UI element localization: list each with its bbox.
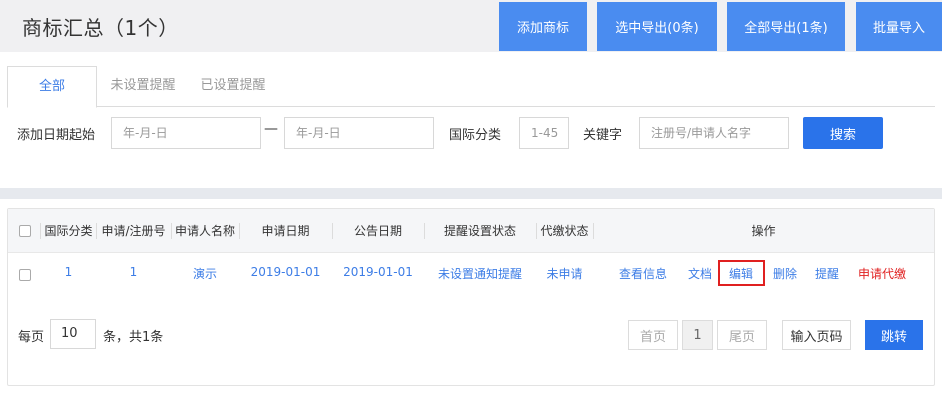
first-page-button[interactable]: 首页: [628, 320, 678, 350]
top-bar: 商标汇总（1个） 添加商标 选中导出(0条) 全部导出(1条) 批量导入: [0, 0, 942, 52]
cell-announce-date[interactable]: 2019-01-01: [332, 265, 424, 279]
remind-link[interactable]: 提醒: [815, 265, 839, 282]
tab-all[interactable]: 全部: [7, 66, 97, 108]
cell-reminder-status[interactable]: 未设置通知提醒: [424, 265, 536, 282]
header-actions: 操作: [751, 224, 776, 238]
trademark-table-panel: 国际分类 申请/注册号 申请人名称 申请日期 公告日期 提醒设置状态 代缴状态 …: [7, 208, 935, 386]
date-filter-label: 添加日期起始: [17, 128, 96, 143]
keyword-filter-label: 关键字: [583, 128, 623, 143]
keyword-input[interactable]: 注册号/申请人名字: [639, 117, 789, 149]
search-button[interactable]: 搜索: [803, 117, 883, 149]
header-intl-class: 国际分类: [44, 224, 93, 238]
section-divider: [0, 188, 942, 199]
last-page-button[interactable]: 尾页: [717, 320, 767, 350]
current-page-button[interactable]: 1: [682, 320, 713, 350]
cell-reg-no[interactable]: 1: [96, 265, 171, 279]
per-page-input[interactable]: 10: [50, 319, 96, 349]
batch-import-button[interactable]: 批量导入: [856, 2, 942, 51]
header-announce-date: 公告日期: [353, 224, 402, 238]
delete-link[interactable]: 删除: [773, 265, 797, 282]
tab-not-set[interactable]: 未设置提醒: [105, 66, 181, 107]
header-payment-status: 代缴状态: [540, 224, 589, 238]
cell-intl-class[interactable]: 1: [41, 265, 96, 279]
class-input[interactable]: 1-45: [519, 117, 569, 149]
header-reminder-status: 提醒设置状态: [443, 224, 516, 238]
header-reg-no: 申请/注册号: [101, 224, 166, 238]
edit-link[interactable]: 编辑: [729, 265, 753, 282]
table-header: 国际分类 申请/注册号 申请人名称 申请日期 公告日期 提醒设置状态 代缴状态 …: [8, 209, 934, 253]
view-info-link[interactable]: 查看信息: [619, 265, 667, 282]
docs-link[interactable]: 文档: [688, 265, 712, 282]
jump-button[interactable]: 跳转: [865, 320, 923, 350]
tab-already-set[interactable]: 已设置提醒: [195, 66, 271, 107]
total-count: 条，共1条: [103, 330, 164, 345]
filter-tabs: 全部 未设置提醒 已设置提醒: [7, 66, 935, 108]
header-applicant: 申请人名称: [174, 224, 235, 238]
cell-applicant[interactable]: 演示: [171, 265, 239, 282]
cell-payment-status[interactable]: 未申请: [536, 265, 593, 282]
date-start-input[interactable]: 年-月-日: [111, 117, 261, 149]
date-separator: —: [264, 121, 278, 137]
add-trademark-button[interactable]: 添加商标: [499, 2, 587, 51]
row-checkbox[interactable]: [19, 269, 31, 281]
header-apply-date: 申请日期: [261, 224, 310, 238]
date-end-input[interactable]: 年-月-日: [284, 117, 434, 149]
export-all-button[interactable]: 全部导出(1条): [727, 2, 845, 51]
apply-payment-link[interactable]: 申请代缴: [858, 265, 906, 282]
cell-apply-date[interactable]: 2019-01-01: [239, 265, 332, 279]
class-filter-label: 国际分类: [449, 128, 502, 143]
page-title: 商标汇总（1个）: [22, 16, 179, 40]
select-all-checkbox[interactable]: [19, 225, 31, 237]
page-number-input[interactable]: 输入页码: [782, 320, 851, 350]
per-page-label: 每页: [18, 330, 45, 345]
export-selected-button[interactable]: 选中导出(0条): [597, 2, 717, 51]
